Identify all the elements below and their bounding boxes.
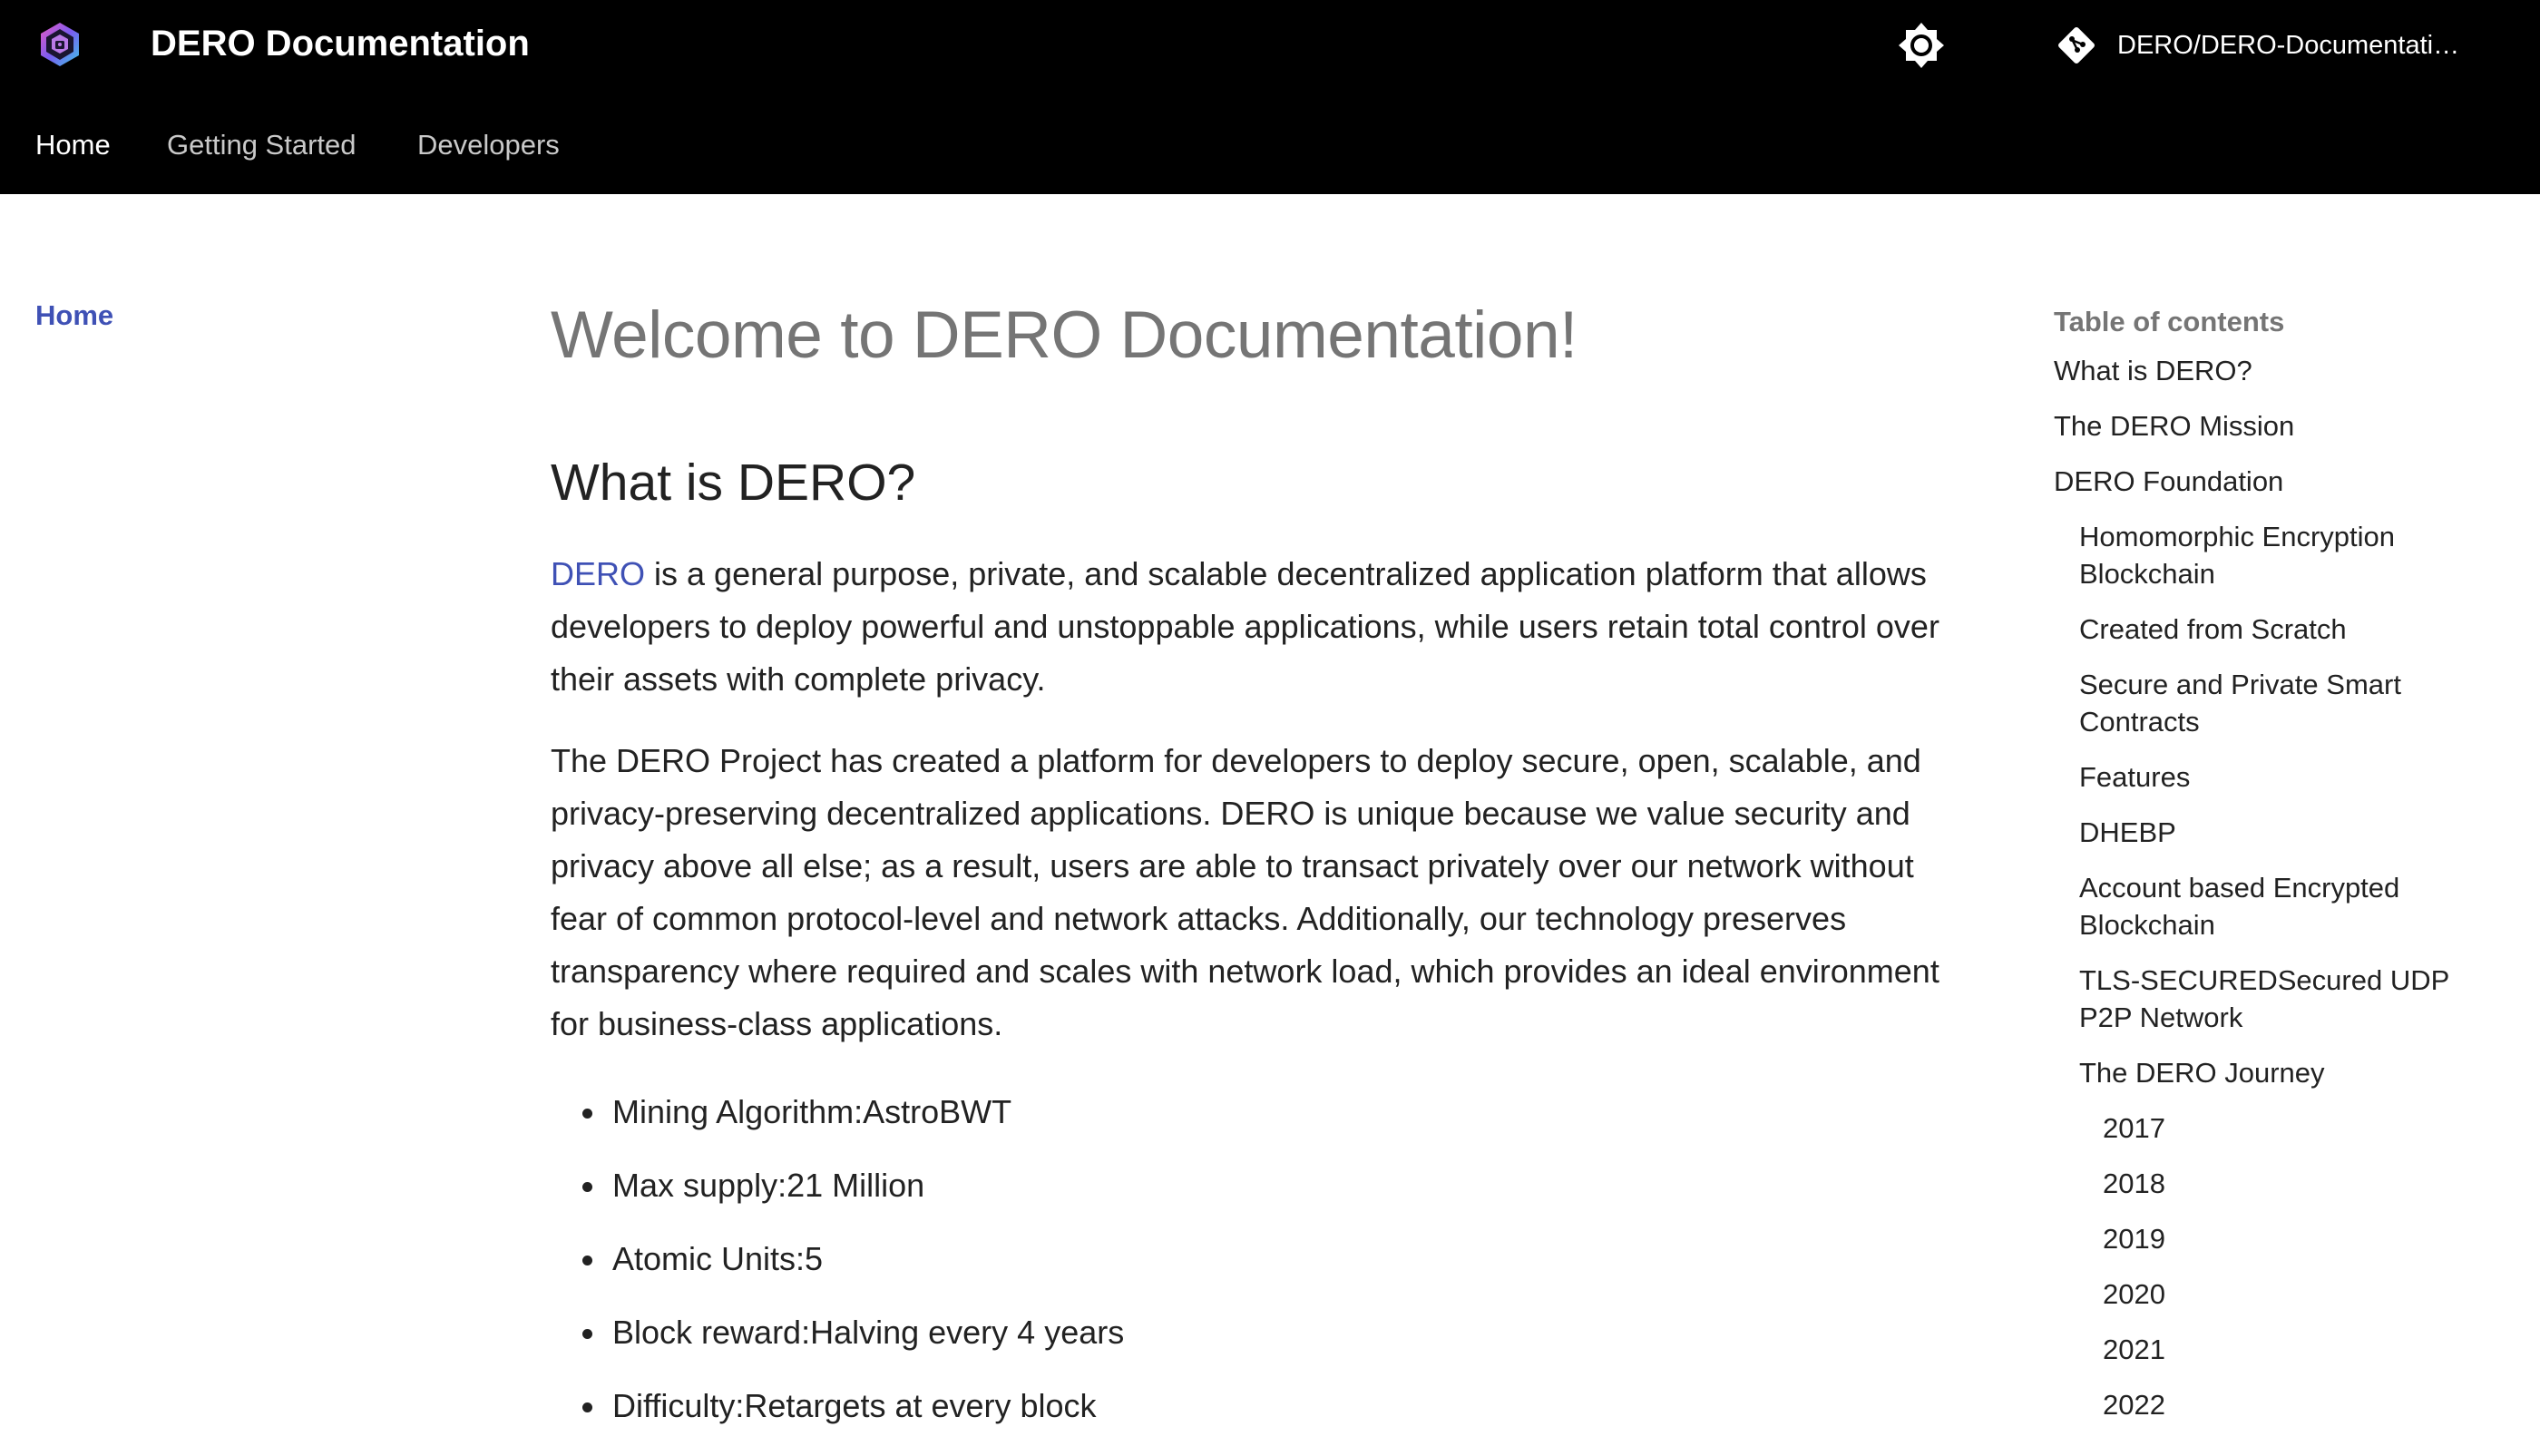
- tab-home[interactable]: Home: [35, 129, 111, 161]
- toc-item[interactable]: 2022: [2054, 1386, 2507, 1423]
- toc-item[interactable]: Homomorphic Encryption Blockchain: [2054, 518, 2507, 592]
- git-icon: [2058, 27, 2095, 64]
- toc-item[interactable]: DHEBP: [2054, 814, 2507, 851]
- site-title[interactable]: DERO Documentation: [151, 18, 530, 69]
- toc-item[interactable]: Features: [2054, 758, 2507, 796]
- toc-item[interactable]: 2019: [2054, 1220, 2507, 1257]
- intro-paragraph: DERO is a general purpose, private, and …: [551, 548, 1966, 706]
- toc-item[interactable]: DERO Foundation: [2054, 463, 2507, 500]
- toc-item[interactable]: 2020: [2054, 1275, 2507, 1313]
- intro-text: is a general purpose, private, and scala…: [551, 555, 1939, 698]
- dero-link[interactable]: DERO: [551, 555, 645, 592]
- list-item: Difficulty:Retargets at every block: [551, 1383, 1966, 1430]
- list-item: Max supply:21 Million: [551, 1162, 1966, 1209]
- list-item: Mining Algorithm:AstroBWT: [551, 1089, 1966, 1136]
- page-title: Welcome to DERO Documentation!: [551, 298, 1578, 372]
- toc-title: Table of contents: [2054, 306, 2285, 337]
- list-item: Atomic Units:5: [551, 1236, 1966, 1283]
- tab-getting-started[interactable]: Getting Started: [167, 129, 357, 161]
- toc-item[interactable]: 2018: [2054, 1165, 2507, 1202]
- table-of-contents: Table of contents What is DERO? The DERO…: [2054, 299, 2507, 1441]
- toc-item[interactable]: The DERO Journey: [2054, 1054, 2507, 1091]
- toc-item[interactable]: The DERO Mission: [2054, 407, 2507, 445]
- project-paragraph: The DERO Project has created a platform …: [551, 742, 1939, 1042]
- repo-label: DERO/DERO-Documentati…: [2117, 30, 2460, 60]
- main-content: Welcome to DERO Documentation! What is D…: [551, 290, 1966, 1456]
- list-item: Block reward:Halving every 4 years: [551, 1309, 1966, 1356]
- toc-item[interactable]: Secure and Private Smart Contracts: [2054, 666, 2507, 740]
- repo-link[interactable]: DERO/DERO-Documentati…: [2054, 20, 2459, 71]
- dero-logo-icon[interactable]: [36, 21, 83, 68]
- facts-list: Mining Algorithm:AstroBWT Max supply:21 …: [551, 1089, 1966, 1430]
- left-sidebar: Home: [35, 299, 113, 332]
- section-heading: What is DERO?: [551, 454, 916, 512]
- top-header: DERO Documentation DERO/DERO-Documentati…: [0, 0, 2540, 194]
- toc-item[interactable]: 2021: [2054, 1331, 2507, 1368]
- brightness-icon[interactable]: [1896, 20, 1947, 71]
- toc-item[interactable]: 2017: [2054, 1109, 2507, 1147]
- sidebar-item-home[interactable]: Home: [35, 299, 113, 332]
- toc-item[interactable]: Account based Encrypted Blockchain: [2054, 869, 2507, 943]
- toc-item[interactable]: Created from Scratch: [2054, 611, 2507, 648]
- toc-item[interactable]: What is DERO?: [2054, 352, 2507, 389]
- toc-item[interactable]: TLS-SECUREDSecured UDP P2P Network: [2054, 962, 2507, 1036]
- tab-developers[interactable]: Developers: [417, 129, 560, 161]
